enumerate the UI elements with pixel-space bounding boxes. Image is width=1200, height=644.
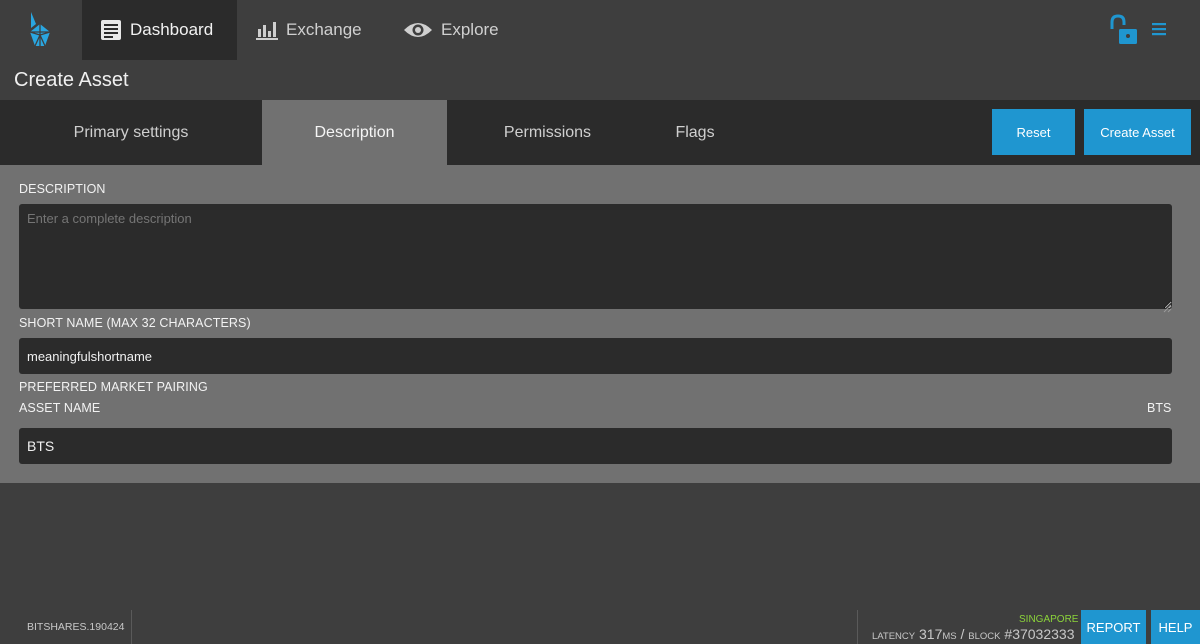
footer-divider bbox=[857, 610, 858, 644]
nav-exchange-label: Exchange bbox=[286, 20, 362, 39]
asset-name-symbol: BTS bbox=[1147, 401, 1172, 415]
asset-name-input[interactable] bbox=[19, 428, 1172, 464]
help-button[interactable]: HELP bbox=[1151, 610, 1200, 644]
nav-dashboard[interactable]: Dashboard bbox=[82, 0, 237, 60]
tab-primary-settings[interactable]: Primary settings bbox=[0, 100, 262, 165]
tab-description[interactable]: Description bbox=[262, 100, 447, 165]
nav-dashboard-label: Dashboard bbox=[130, 20, 214, 39]
version-label[interactable]: BITSHARES.190424 bbox=[27, 621, 124, 633]
node-stats[interactable]: Latency 317ms / Block #37032333 bbox=[872, 626, 1074, 642]
latency-value: 317 bbox=[919, 626, 943, 642]
description-label: DESCRIPTION bbox=[19, 182, 106, 196]
bar-chart-icon bbox=[256, 20, 278, 40]
dashboard-icon bbox=[100, 19, 122, 41]
hamburger-menu-icon[interactable] bbox=[1152, 22, 1166, 36]
top-navigation: Dashboard Exchange Explore bbox=[0, 0, 1200, 60]
description-textarea[interactable] bbox=[19, 204, 1172, 309]
unlock-icon[interactable] bbox=[1107, 14, 1139, 46]
resize-grip-icon[interactable] bbox=[1163, 300, 1172, 313]
asset-name-label: ASSET NAME bbox=[19, 401, 101, 415]
preferred-market-label: PREFERRED MARKET PAIRING bbox=[19, 380, 208, 394]
nav-explore-label: Explore bbox=[441, 20, 499, 39]
description-panel: DESCRIPTION SHORT NAME (MAX 32 CHARACTER… bbox=[0, 165, 1200, 483]
bitshares-logo-icon[interactable] bbox=[26, 12, 54, 48]
block-label: Block bbox=[968, 631, 1001, 642]
reset-button[interactable]: Reset bbox=[992, 109, 1075, 155]
page-title: Create Asset bbox=[14, 69, 129, 91]
tab-permissions[interactable]: Permissions bbox=[470, 100, 625, 165]
footer-divider bbox=[131, 610, 132, 644]
report-button[interactable]: REPORT bbox=[1081, 610, 1146, 644]
latency-label: Latency bbox=[872, 631, 916, 642]
tab-flags[interactable]: Flags bbox=[640, 100, 750, 165]
short-name-input[interactable] bbox=[19, 338, 1172, 374]
short-name-label: SHORT NAME (MAX 32 CHARACTERS) bbox=[19, 316, 251, 330]
create-asset-button[interactable]: Create Asset bbox=[1084, 109, 1191, 155]
nav-explore[interactable]: Explore bbox=[403, 0, 499, 60]
eye-icon bbox=[403, 20, 433, 40]
nav-exchange[interactable]: Exchange bbox=[256, 0, 362, 60]
node-location: SINGAPORE bbox=[1019, 614, 1079, 625]
block-value: #37032333 bbox=[1004, 626, 1075, 642]
latency-unit: ms bbox=[942, 631, 957, 642]
